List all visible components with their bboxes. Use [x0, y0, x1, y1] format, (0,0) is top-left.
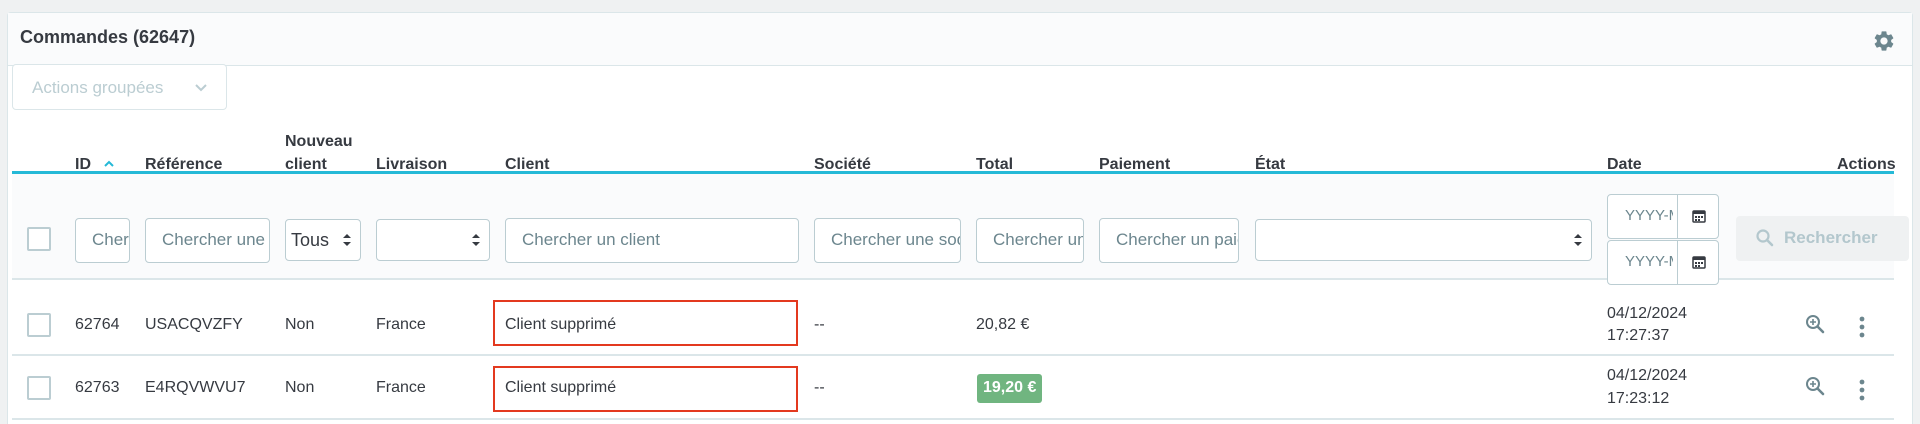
total-badge: 19,20 €	[977, 374, 1043, 403]
row-date: 04/12/2024	[1607, 367, 1688, 384]
status-select[interactable]	[1255, 219, 1592, 261]
row-client: Client supprimé	[505, 316, 617, 333]
row-delivery: France	[376, 316, 426, 333]
row-date: 04/12/2024	[1607, 305, 1688, 322]
date-to-input[interactable]: YYYY-MM-DD	[1625, 253, 1673, 270]
search-icon	[1756, 229, 1774, 247]
column-header-new-client-line1: Nouveau	[285, 133, 353, 150]
bulk-actions-label: Actions groupées	[32, 78, 164, 97]
row-time: 17:27:37	[1607, 327, 1670, 344]
sort-asc-icon[interactable]	[103, 159, 115, 169]
select-arrows-icon	[472, 234, 480, 246]
bulk-actions-button[interactable]: Actions groupées	[12, 64, 227, 110]
search-button[interactable]: Rechercher	[1736, 216, 1909, 261]
delivery-select[interactable]	[376, 219, 490, 261]
more-vertical-icon[interactable]	[1859, 316, 1865, 338]
row-id: 62764	[75, 316, 120, 333]
row-company: --	[814, 379, 825, 396]
zoom-in-icon[interactable]	[1805, 376, 1825, 396]
row-time: 17:23:12	[1607, 390, 1670, 407]
chevron-down-icon	[195, 84, 207, 92]
payment-filter-input[interactable]: Chercher un paiement	[1099, 218, 1239, 263]
date-from-calendar-button[interactable]	[1677, 195, 1719, 238]
id-filter-input[interactable]: Chercher un ID	[75, 218, 130, 263]
calendar-icon	[1692, 256, 1706, 269]
select-arrows-icon	[343, 234, 351, 246]
row-id: 62763	[75, 379, 120, 396]
total-filter-input[interactable]: Chercher un total	[976, 218, 1084, 263]
row-new-client: Non	[285, 379, 315, 396]
more-vertical-icon[interactable]	[1859, 379, 1865, 401]
company-filter-input[interactable]: Chercher une société	[814, 218, 961, 263]
gear-icon[interactable]	[1872, 29, 1896, 53]
search-button-label: Rechercher	[1784, 228, 1878, 247]
row-checkbox[interactable]	[27, 376, 51, 400]
date-from-input[interactable]: YYYY-MM-DD	[1625, 207, 1673, 224]
row-checkbox[interactable]	[27, 313, 51, 337]
card-header: Commandes (62647)	[8, 13, 1912, 66]
date-to-field[interactable]: YYYY-MM-DD	[1607, 240, 1719, 285]
reference-filter-input[interactable]: Chercher une référence	[145, 218, 270, 263]
row-client: Client supprimé	[505, 379, 617, 396]
page-title: Commandes (62647)	[20, 27, 196, 47]
row-new-client: Non	[285, 316, 315, 333]
zoom-in-icon[interactable]	[1805, 314, 1825, 334]
calendar-icon	[1692, 210, 1706, 223]
date-to-calendar-button[interactable]	[1677, 241, 1719, 284]
select-arrows-icon	[1574, 234, 1582, 246]
new-client-select[interactable]: Tous	[285, 219, 361, 261]
row-reference: E4RQVWVU7	[145, 379, 246, 396]
row-reference: USACQVZFY	[145, 316, 243, 333]
date-from-field[interactable]: YYYY-MM-DD	[1607, 194, 1719, 239]
select-all-checkbox[interactable]	[27, 227, 51, 251]
row-company: --	[814, 316, 825, 333]
row-delivery: France	[376, 379, 426, 396]
row-total: 20,82 €	[976, 316, 1030, 333]
client-filter-input[interactable]: Chercher un client	[505, 218, 799, 263]
